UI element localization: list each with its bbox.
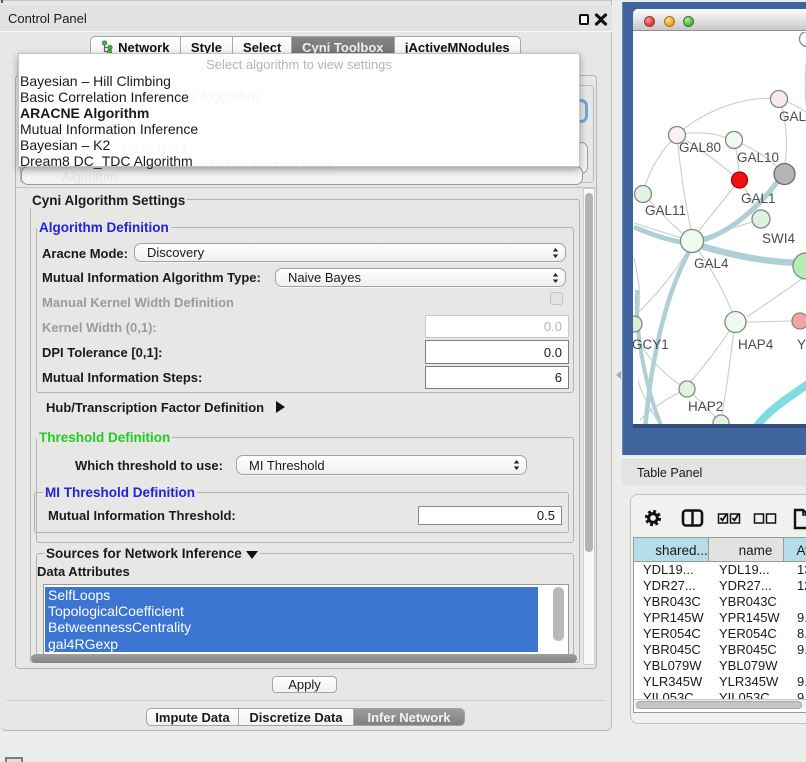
- svg-text:SWI4: SWI4: [762, 231, 795, 246]
- svg-text:GAL10: GAL10: [737, 150, 779, 165]
- svg-text:GAL4: GAL4: [694, 256, 729, 271]
- svg-text:GAL: GAL: [779, 109, 806, 124]
- svg-text:GAL1: GAL1: [741, 191, 776, 206]
- svg-text:HAP4: HAP4: [738, 337, 774, 352]
- svg-text:HAP2: HAP2: [688, 399, 723, 414]
- svg-text:GAL11: GAL11: [645, 203, 686, 218]
- svg-text:GCY1: GCY1: [633, 337, 669, 352]
- svg-text:GAL80: GAL80: [679, 140, 721, 155]
- svg-text:Y: Y: [797, 337, 806, 352]
